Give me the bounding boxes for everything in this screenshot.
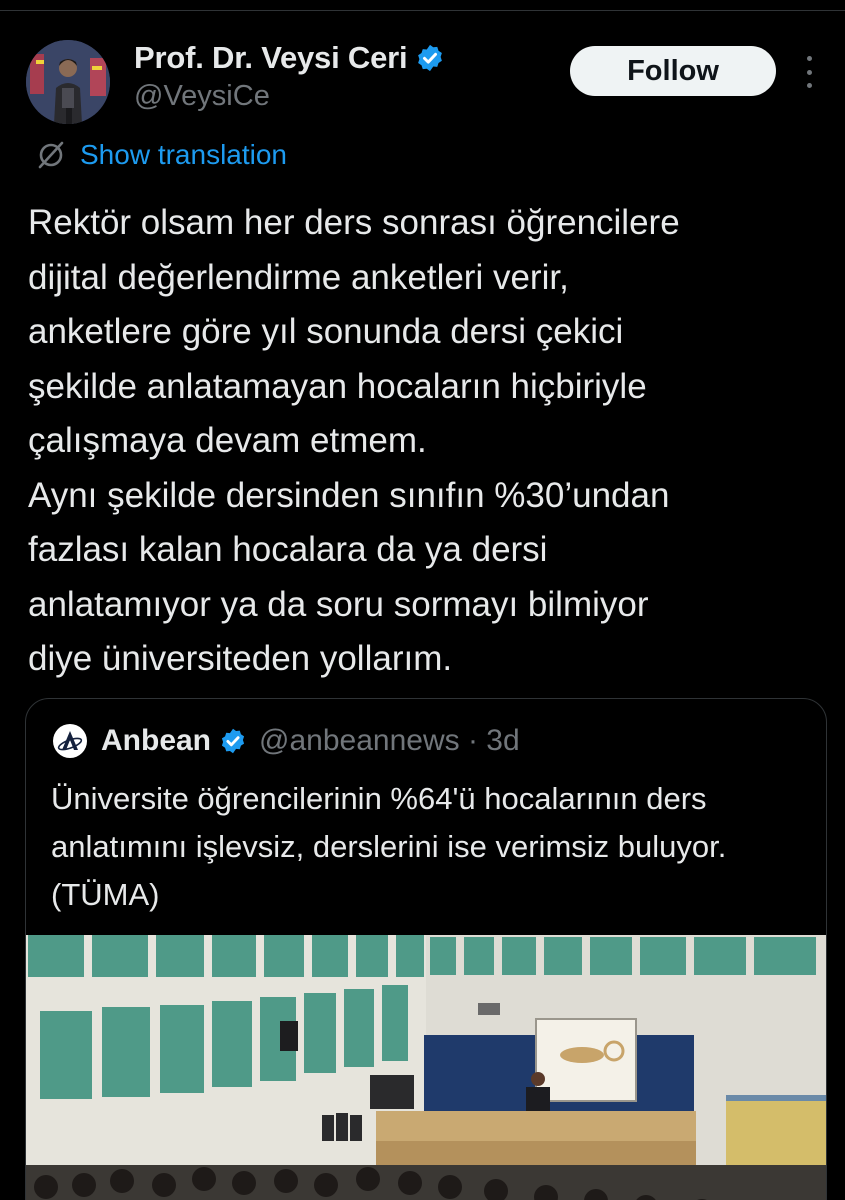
more-vertical-icon[interactable] xyxy=(799,56,819,88)
avatar-photo xyxy=(26,40,110,124)
translate-icon xyxy=(38,141,64,169)
tweet-view: Prof. Dr. Veysi Ceri @VeysiCe Follow Sho… xyxy=(0,0,845,1200)
verified-badge-icon xyxy=(418,44,443,72)
quoted-tweet-header: Anbean @anbeannews · 3d xyxy=(53,721,520,761)
show-translation-label[interactable]: Show translation xyxy=(80,139,287,171)
anbean-logo-icon xyxy=(53,724,87,758)
quoted-author-name[interactable]: Anbean xyxy=(101,724,211,758)
post-body-text: Rektör olsam her ders sonrası öğrenciler… xyxy=(28,203,680,678)
author-name-row: Prof. Dr. Veysi Ceri xyxy=(134,38,445,78)
author-display-name[interactable]: Prof. Dr. Veysi Ceri xyxy=(134,40,408,76)
quoted-tweet-text: Üniversite öğrencilerinin %64'ü hocaları… xyxy=(51,781,727,912)
lecture-hall-photo xyxy=(26,935,826,1200)
quoted-tweet-card[interactable]: Anbean @anbeannews · 3d Üniversite öğren… xyxy=(25,698,827,1200)
follow-button[interactable]: Follow xyxy=(570,46,776,96)
quoted-tweet-image[interactable] xyxy=(26,935,826,1200)
more-dot xyxy=(806,56,812,61)
author-info: Prof. Dr. Veysi Ceri @VeysiCe xyxy=(134,38,445,113)
author-handle[interactable]: @VeysiCe xyxy=(134,80,445,113)
top-divider xyxy=(0,10,845,11)
show-translation-link[interactable]: Show translation xyxy=(34,138,287,172)
quoted-handle-time: @anbeannews · 3d xyxy=(259,724,520,757)
more-dot xyxy=(806,69,812,75)
author-avatar[interactable] xyxy=(26,40,110,124)
anbean-logo-mark xyxy=(56,727,84,755)
more-dot xyxy=(806,83,812,88)
quoted-verified-badge-icon xyxy=(221,728,245,754)
